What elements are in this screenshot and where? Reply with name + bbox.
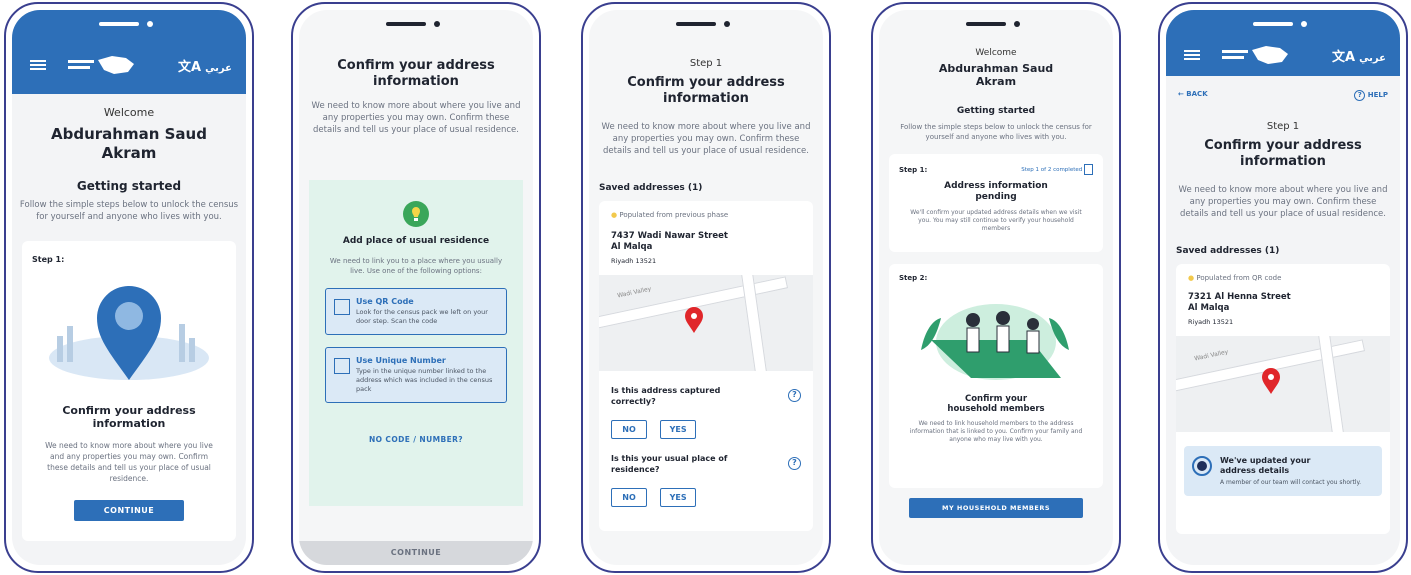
screen-saved-addresses: Step 1 Confirm your address information W… (589, 10, 823, 565)
phone-frame-2: Confirm your address information We need … (291, 2, 541, 573)
continue-button-disabled[interactable]: CONTINUE (299, 541, 533, 565)
check-circle-icon (1192, 456, 1212, 476)
panel-desc: We need to link you to a place where you… (329, 257, 503, 275)
step-progress-badge: Step 1 of 2 completed (1021, 164, 1093, 175)
document-icon (1084, 164, 1093, 175)
location-pin-illustration-icon (49, 286, 209, 380)
question-captured: Is this address captured correctly? ? (611, 385, 801, 407)
address-card: ● Populated from QR code 7321 Al Henna S… (1176, 264, 1390, 534)
bulb-icon: ● (611, 211, 618, 219)
residence-panel: Add place of usual residence We need to … (309, 180, 523, 506)
screen-add-residence: Confirm your address information We need … (299, 10, 533, 565)
back-link[interactable]: ← BACK (1178, 90, 1208, 101)
section-desc: Follow the simple steps below to unlock … (19, 200, 239, 222)
continue-button[interactable]: CONTINUE (74, 500, 184, 521)
census-logo-icon (68, 56, 134, 74)
user-name: Abdurahman Saud Akram (938, 62, 1054, 88)
address-source: ● Populated from previous phase (611, 211, 729, 219)
yes-button[interactable]: YES (660, 488, 697, 507)
step-label: Step 1: (32, 255, 65, 264)
page-desc: We need to know more about where you liv… (601, 122, 811, 156)
step2-card: Step 2: Confirm your household members We… (889, 264, 1103, 488)
card-desc: We need to know more about where you liv… (45, 441, 213, 483)
page-title: Confirm your address information (337, 58, 495, 89)
page-desc: We need to know more about where you liv… (311, 101, 521, 135)
welcome-text: Welcome (975, 48, 1017, 58)
help-icon[interactable]: ? (788, 457, 801, 470)
household-members-button[interactable]: MY HOUSEHOLD MEMBERS (909, 498, 1083, 518)
user-name: Abdurahman Saud Akram (51, 125, 207, 162)
screen-dashboard: 文A عربي Welcome Abdurahman Saud Akram Gett… (12, 10, 246, 565)
question-residence: Is this your usual place of residence? ? (611, 453, 801, 475)
census-logo-icon (1222, 46, 1288, 64)
address-street: 7321 Al Henna Street Al Malqa (1188, 292, 1291, 313)
translate-icon: 文A (1332, 50, 1356, 65)
help-link[interactable]: ? HELP (1354, 90, 1388, 101)
menu-icon[interactable] (30, 60, 46, 70)
page-desc: We need to know more about where you liv… (1178, 185, 1388, 219)
phone-notch (646, 10, 766, 36)
phone-notch (356, 10, 476, 36)
bulb-icon: ● (1188, 274, 1195, 282)
phone-notch (936, 10, 1056, 36)
help-icon: ? (1354, 90, 1366, 101)
step-card: Step 1: Confirm your address information … (22, 241, 236, 541)
section-title: Getting started (76, 179, 182, 193)
map-pin-icon (1262, 368, 1280, 394)
map-pin-icon (685, 307, 703, 333)
phone-notch (69, 10, 189, 36)
screen-address-updated: 文A عربي ← BACK ? HELP Step 1 Confirm your… (1166, 10, 1400, 565)
language-toggle[interactable]: 文A عربي (1332, 46, 1386, 65)
page-title: Confirm your address information (1204, 138, 1362, 169)
welcome-text: Welcome (103, 106, 155, 119)
household-illustration-icon (921, 304, 1069, 380)
phone-frame-3: Step 1 Confirm your address information W… (581, 2, 831, 573)
saved-addresses-heading: Saved addresses (1) (1176, 246, 1280, 256)
phone-frame-1: 文A عربي Welcome Abdurahman Saud Akram Gett… (4, 2, 254, 573)
translate-icon: 文A (178, 60, 202, 75)
step1-title: Address information pending (944, 181, 1048, 202)
step1-desc: We'll confirm your updated address detai… (910, 209, 1082, 232)
card-title: Confirm your address information (62, 404, 196, 430)
address-card: ● Populated from previous phase 7437 Wad… (599, 201, 813, 531)
no-button[interactable]: NO (611, 420, 647, 439)
phone-frame-5: 文A عربي ← BACK ? HELP Step 1 Confirm your… (1158, 2, 1408, 573)
address-updated-notice: We've updated your address details A memb… (1184, 446, 1382, 496)
step-text: Step 1 (1266, 121, 1300, 132)
step-text: Step 1 (689, 58, 723, 69)
map-road-label: Wadi Valley (616, 285, 652, 300)
section-title: Getting started (956, 106, 1036, 116)
address-map[interactable]: Wadi Valley (599, 275, 813, 371)
section-desc: Follow the simple steps below to unlock … (900, 123, 1092, 141)
lightbulb-icon (403, 201, 429, 227)
phone-notch (1223, 10, 1343, 36)
saved-addresses-heading: Saved addresses (1) (599, 183, 703, 193)
page-title: Confirm your address information (627, 75, 785, 106)
option-unique-number[interactable]: Use Unique Number Type in the unique num… (325, 347, 507, 403)
language-toggle[interactable]: 文A عربي (178, 56, 232, 75)
no-button[interactable]: NO (611, 488, 647, 507)
menu-icon[interactable] (1184, 50, 1200, 60)
address-city: Riyadh 13521 (1188, 318, 1234, 326)
address-map[interactable]: Wadi Valley (1176, 336, 1390, 432)
map-road-label: Wadi Valley (1193, 348, 1229, 363)
yes-button[interactable]: YES (660, 420, 697, 439)
address-source: ● Populated from QR code (1188, 274, 1282, 282)
step2-title: Confirm your household members (947, 394, 1045, 414)
notice-desc: A member of our team will contact you sh… (1220, 479, 1362, 486)
phone-frame-4: Welcome Abdurahman Saud Akram Getting sta… (871, 2, 1121, 573)
notice-title: We've updated your address details (1220, 456, 1311, 475)
screen-household: Welcome Abdurahman Saud Akram Getting sta… (879, 10, 1113, 565)
qr-code-icon (334, 299, 350, 315)
no-code-link[interactable]: NO CODE / NUMBER? (309, 435, 523, 444)
help-icon[interactable]: ? (788, 389, 801, 402)
address-street: 7437 Wadi Nawar Street Al Malqa (611, 231, 728, 252)
step1-card: Step 1: Step 1 of 2 completed Address in… (889, 154, 1103, 252)
option-qr-code[interactable]: Use QR Code Look for the census pack we … (325, 288, 507, 335)
address-city: Riyadh 13521 (611, 257, 657, 265)
keypad-icon (334, 358, 350, 374)
step2-desc: We need to link household members to the… (909, 420, 1083, 443)
panel-title: Add place of usual residence (342, 236, 490, 246)
